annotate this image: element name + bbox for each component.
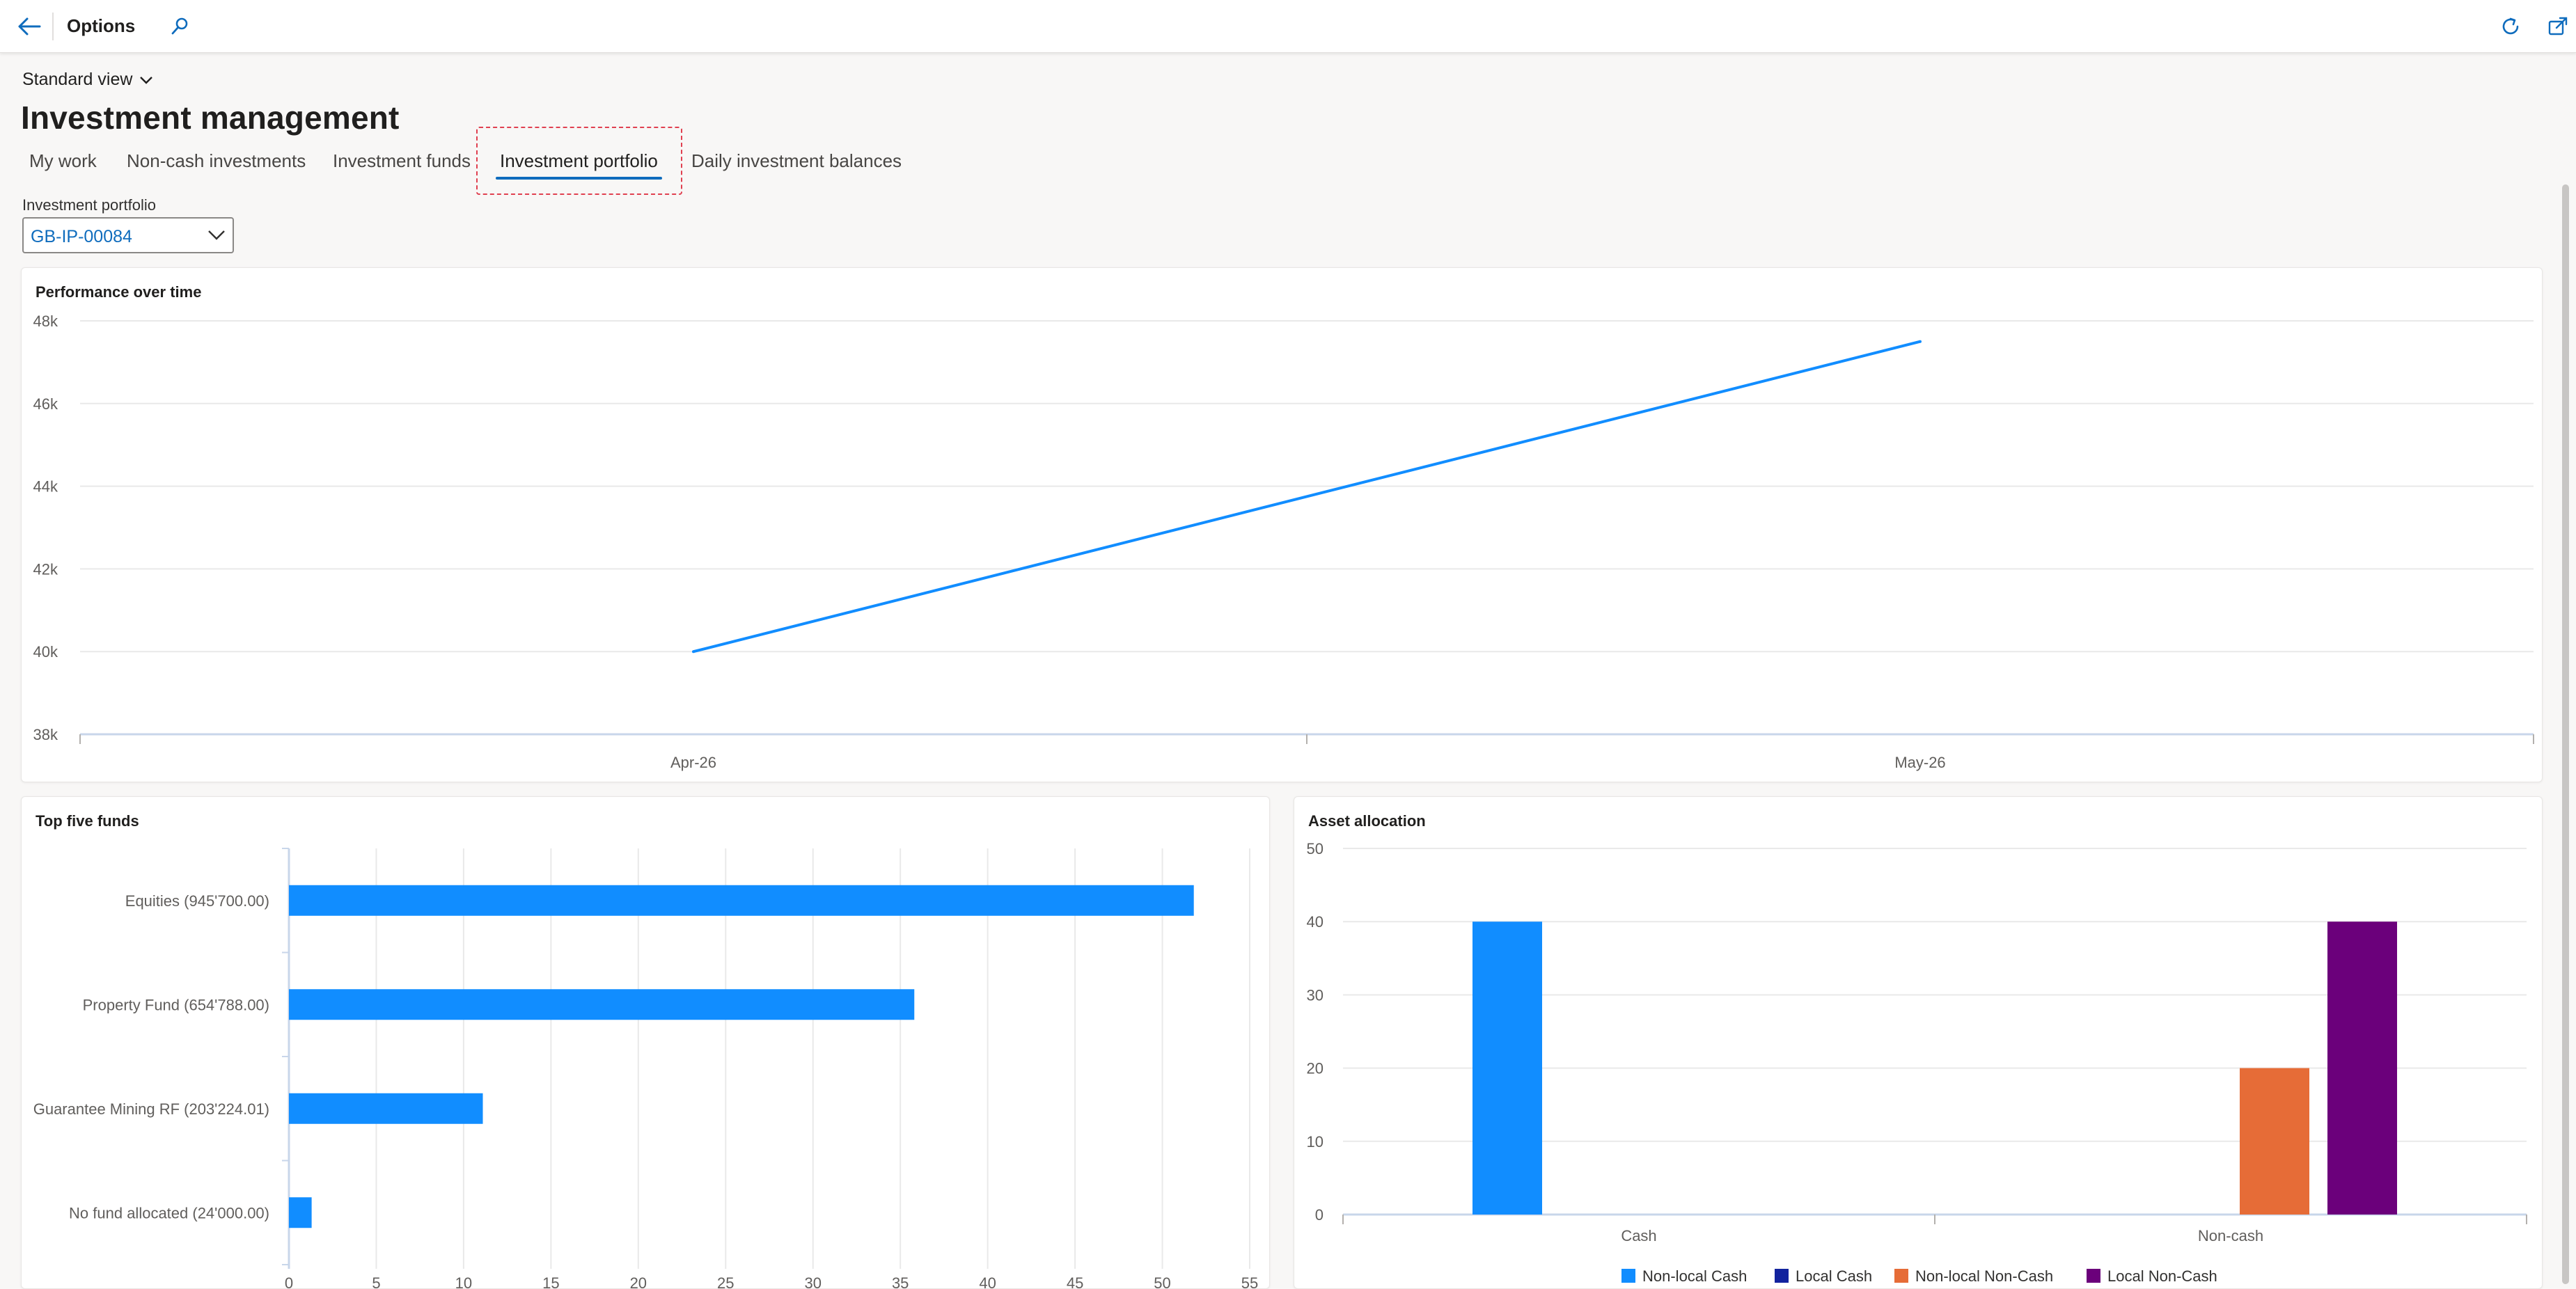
x-tick-label: 55	[1241, 1274, 1258, 1289]
bar	[2327, 922, 2397, 1215]
page-title: Investment management	[21, 100, 400, 136]
y-tick-label: 30	[1307, 986, 1324, 1004]
series-line	[693, 340, 1921, 654]
x-tick-label: May-26	[1894, 754, 1945, 771]
x-tick-label: 50	[1154, 1274, 1170, 1289]
tab-non-cash-investments[interactable]: Non-cash investments	[127, 145, 306, 180]
view-selector[interactable]: Standard view	[22, 70, 153, 90]
x-tick-label: 25	[717, 1274, 734, 1289]
y-tick-label: 46k	[33, 395, 58, 413]
portfolio-field-label: Investment portfolio	[22, 196, 156, 214]
top-funds-bar-chart: 0 5 10 15 20 25 30 35 40 45 50 55 Equities (945'700.…	[33, 848, 1258, 1289]
performance-line-chart: 38k 40k 42k 44k 46k 48k Apr-26 May-26	[33, 313, 2534, 771]
asset-allocation-chart-card: Asset allocation 0 10 20 30 40 50 Cash Non-cash…	[1294, 796, 2543, 1289]
bar	[289, 989, 915, 1020]
y-tick-label: 48k	[33, 313, 58, 330]
x-tick-label: 15	[542, 1274, 559, 1289]
y-tick-label: 38k	[33, 726, 58, 743]
chevron-down-icon	[140, 76, 153, 84]
data-point	[692, 650, 695, 654]
tab-daily-investment-balances[interactable]: Daily investment balances	[691, 145, 902, 180]
page-scrollbar[interactable]	[2562, 184, 2569, 1284]
bar	[289, 1197, 312, 1228]
y-tick-label: 42k	[33, 560, 58, 578]
y-tick-label: Property Fund (654'788.00)	[83, 996, 269, 1013]
tab-my-work[interactable]: My work	[29, 145, 97, 180]
x-tick-label: 10	[455, 1274, 472, 1289]
x-tick-label: Non-cash	[2198, 1227, 2263, 1244]
data-point	[1919, 340, 1922, 343]
open-in-new-icon[interactable]	[2541, 10, 2575, 43]
back-arrow-icon[interactable]	[13, 10, 46, 43]
y-tick-label: 0	[1315, 1206, 1324, 1224]
legend-swatch	[2087, 1269, 2100, 1283]
legend-label: Local Non-Cash	[2107, 1267, 2217, 1285]
y-tick-label: 10	[1307, 1133, 1324, 1150]
performance-chart-card: Performance over time 38k 40k 42k 44k 46k 48k…	[21, 267, 2543, 782]
options-title: Options	[67, 15, 136, 36]
y-tick-label: 40k	[33, 643, 58, 661]
portfolio-select[interactable]: GB-IP-00084	[22, 217, 234, 253]
legend-swatch	[1621, 1269, 1635, 1283]
view-selector-label: Standard view	[22, 70, 133, 89]
x-tick-label: Apr-26	[670, 754, 716, 771]
x-tick-label: 45	[1067, 1274, 1083, 1289]
legend-label: Non-local Cash	[1642, 1267, 1747, 1285]
y-tick-label: 50	[1307, 840, 1324, 857]
bar	[289, 1093, 483, 1124]
bar	[2240, 1068, 2309, 1215]
bar	[1472, 922, 1542, 1215]
divider	[52, 13, 54, 40]
command-bar: Options	[0, 0, 2576, 53]
y-tick-label: No fund allocated (24'000.00)	[69, 1204, 269, 1221]
chevron-down-icon	[208, 230, 225, 240]
x-tick-label: 0	[285, 1274, 293, 1289]
x-tick-label: 40	[979, 1274, 996, 1289]
tab-highlight-box	[476, 127, 682, 195]
x-tick-label: Cash	[1621, 1227, 1656, 1244]
legend-label: Non-local Non-Cash	[1915, 1267, 2053, 1285]
tab-investment-funds[interactable]: Investment funds	[333, 145, 471, 180]
bar	[289, 885, 1194, 916]
legend-swatch	[1775, 1269, 1789, 1283]
refresh-icon[interactable]	[2494, 10, 2527, 43]
legend-swatch	[1894, 1269, 1908, 1283]
x-tick-label: 35	[892, 1274, 909, 1289]
y-tick-label: 20	[1307, 1060, 1324, 1077]
y-tick-label: Equities (945'700.00)	[125, 892, 269, 910]
x-tick-label: 5	[372, 1274, 380, 1289]
asset-allocation-bar-chart: 0 10 20 30 40 50 Cash Non-cash Non-local Cash Loc…	[1307, 840, 2527, 1285]
x-tick-label: 20	[630, 1274, 647, 1289]
search-icon[interactable]	[163, 10, 196, 43]
x-tick-label: 30	[804, 1274, 821, 1289]
top-funds-chart-card: Top five funds 0 5 10 15 20 25 30 35 40 45 50 55 Equ…	[21, 796, 1270, 1289]
y-tick-label: 40	[1307, 913, 1324, 931]
y-tick-label: 44k	[33, 478, 58, 496]
legend-label: Local Cash	[1796, 1267, 1872, 1285]
portfolio-select-value: GB-IP-00084	[31, 227, 132, 246]
y-tick-label: Guarantee Mining RF (203'224.01)	[33, 1100, 269, 1118]
